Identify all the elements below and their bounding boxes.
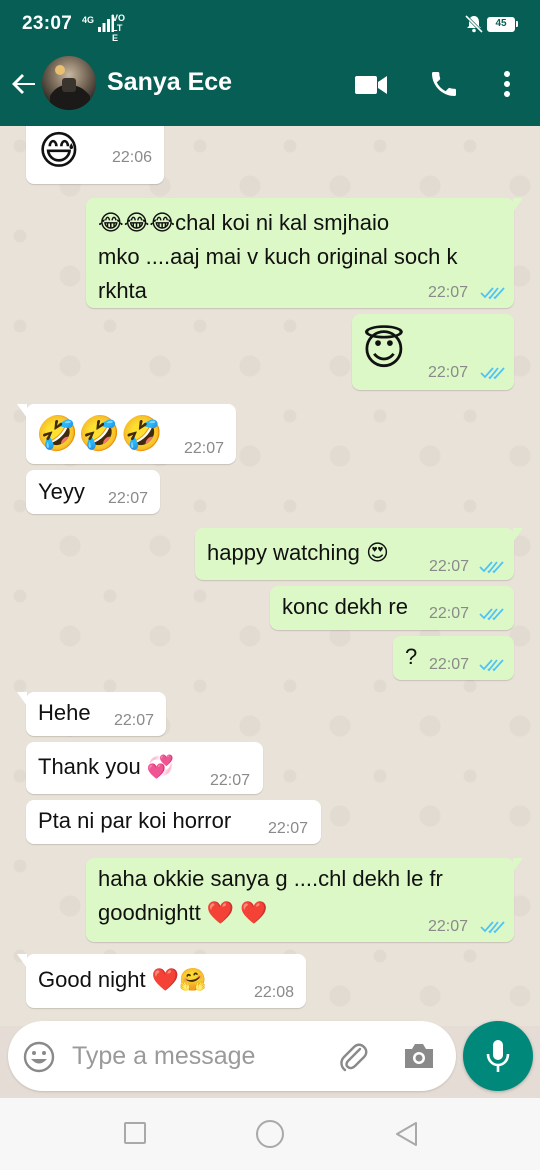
message-time: 22:07	[429, 558, 470, 575]
message-line: haha okkie sanya g ....chl dekh le fr	[98, 866, 443, 891]
battery-indicator: 45	[487, 17, 518, 32]
message-incoming[interactable]: Yeyy 22:07	[26, 470, 160, 514]
message-text: 😅	[38, 128, 80, 174]
message-time: 22:07	[428, 364, 469, 381]
message-time: 22:07	[429, 656, 470, 673]
double-check-icon	[479, 659, 504, 672]
system-nav-bar	[0, 1098, 540, 1170]
message-time: 22:08	[254, 984, 295, 1001]
message-text: haha okkie sanya g ....chl dekh le fr go…	[98, 862, 443, 930]
message-text: 😇	[362, 325, 406, 374]
back-triangle-icon[interactable]	[392, 1120, 420, 1148]
message-input[interactable]: Type a message	[72, 1042, 255, 1071]
network-type: 4G	[82, 15, 95, 25]
microphone-icon	[486, 1040, 510, 1072]
message-outgoing[interactable]: konc dekh re 22:07	[270, 586, 514, 630]
message-text: happy watching 😍	[207, 540, 389, 565]
emoji-icon[interactable]	[22, 1040, 56, 1074]
message-outgoing[interactable]: happy watching 😍 22:07	[195, 528, 523, 580]
message-time: 22:07	[268, 820, 309, 837]
message-line: goodnightt ❤️ ❤️	[98, 900, 268, 925]
message-incoming[interactable]: Hehe 22:07	[17, 692, 166, 736]
double-check-icon	[479, 561, 504, 574]
message-time: 22:07	[429, 605, 470, 622]
status-bar: 23:07 4G VO LTE 45	[0, 0, 540, 46]
message-text: Pta ni par koi horror	[38, 808, 232, 833]
message-line: mko ....aaj mai v kuch original soch k	[98, 244, 458, 269]
message-text: Good night ❤️🤗	[38, 967, 207, 992]
chat-area[interactable]: 😅 22:06 😂😂😂chal koi ni kal smjhaio mko .…	[0, 126, 540, 1026]
recent-apps-icon[interactable]	[124, 1122, 146, 1144]
message-outgoing[interactable]: haha okkie sanya g ....chl dekh le fr go…	[86, 858, 523, 942]
message-time: 22:06	[112, 149, 153, 166]
more-vert-icon[interactable]	[496, 68, 518, 100]
double-check-icon	[479, 608, 504, 621]
message-incoming[interactable]: 😅 22:06	[26, 126, 164, 184]
message-time: 22:07	[428, 918, 469, 935]
home-icon[interactable]	[256, 1120, 284, 1148]
message-outgoing[interactable]: 😂😂😂chal koi ni kal smjhaio mko ....aaj m…	[86, 198, 523, 308]
message-incoming[interactable]: Good night ❤️🤗 22:08	[17, 954, 306, 1008]
silent-bell-icon	[464, 14, 484, 34]
chat-header: Sanya Ece	[0, 46, 540, 126]
arrow-left-icon[interactable]	[8, 68, 40, 100]
double-check-icon	[480, 367, 505, 380]
message-time: 22:07	[428, 284, 469, 301]
message-incoming[interactable]: Pta ni par koi horror 22:07	[26, 800, 321, 844]
message-time: 22:07	[114, 712, 155, 729]
message-text: Hehe	[38, 700, 91, 725]
message-text: ?	[405, 644, 418, 669]
paperclip-icon[interactable]	[336, 1040, 370, 1074]
double-check-icon	[480, 287, 505, 300]
phone-icon[interactable]	[428, 68, 460, 100]
volte-indicator: VO LTE	[112, 13, 126, 43]
message-time: 22:07	[210, 772, 251, 789]
message-composer[interactable]: Type a message	[8, 1021, 456, 1091]
message-incoming[interactable]: Thank you 💞 22:07	[26, 742, 263, 794]
video-camera-icon[interactable]	[354, 70, 388, 100]
message-line: 😂😂😂chal koi ni kal smjhaio	[98, 210, 390, 235]
message-text: Yeyy	[38, 479, 85, 504]
contact-avatar[interactable]	[42, 56, 96, 110]
message-line: rkhta	[98, 278, 147, 303]
message-text: konc dekh re	[282, 594, 408, 619]
message-incoming[interactable]: 🤣🤣🤣 22:07	[17, 404, 236, 464]
camera-icon[interactable]	[402, 1041, 436, 1071]
message-time: 22:07	[184, 440, 225, 457]
contact-name[interactable]: Sanya Ece	[107, 68, 232, 97]
message-text: Thank you 💞	[38, 754, 175, 779]
mic-button[interactable]	[463, 1021, 533, 1091]
message-text: 😂😂😂chal koi ni kal smjhaio mko ....aaj m…	[98, 206, 457, 308]
message-time: 22:07	[108, 490, 149, 507]
message-text: 🤣🤣🤣	[36, 414, 164, 454]
double-check-icon	[480, 921, 505, 934]
status-time: 23:07	[22, 13, 73, 34]
message-outgoing[interactable]: 😇 22:07	[352, 314, 514, 390]
message-outgoing[interactable]: ? 22:07	[393, 636, 514, 680]
